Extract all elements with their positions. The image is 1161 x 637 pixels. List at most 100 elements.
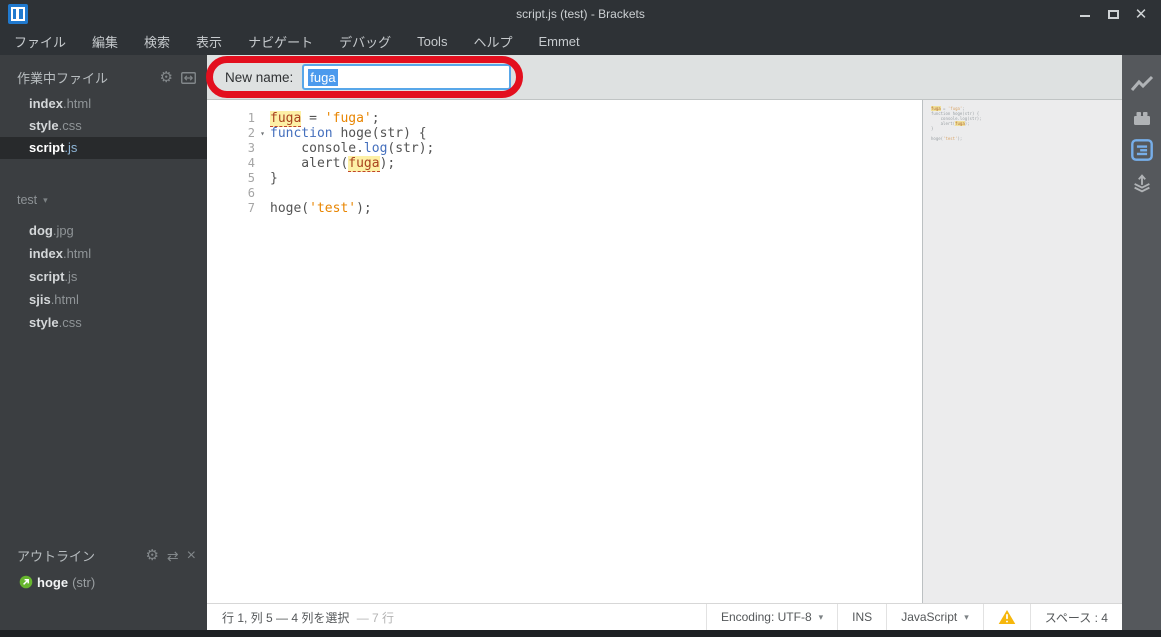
file-base-name: index [29, 246, 63, 261]
line-count: — 7 行 [356, 610, 395, 625]
code-text: console.log(str); [270, 141, 434, 156]
live-preview-icon[interactable] [1130, 72, 1154, 96]
file-row[interactable]: sjis.html [0, 288, 207, 311]
language-select[interactable]: JavaScript ▾ [886, 604, 983, 630]
file-extension: .jpg [52, 223, 74, 238]
insert-mode-indicator[interactable]: INS [837, 604, 886, 630]
outline-panel: アウトライン ⚙ ⇄ × hoge (str) [0, 540, 207, 630]
code-segment: function [270, 126, 333, 141]
file-base-name: style [29, 315, 59, 330]
line-number: 1 [247, 111, 255, 125]
outline-view-icon[interactable] [1130, 138, 1154, 162]
code-segment: 'test' [309, 201, 357, 216]
minimap-segment: hoge( [931, 136, 944, 141]
menu-item[interactable]: 表示 [196, 32, 222, 51]
file-extension: .css [58, 315, 82, 330]
code-segment: (str); [387, 141, 435, 156]
maximize-button[interactable] [1099, 0, 1127, 28]
minimap-lines: fuga = 'fuga'; function hoge(str) { conso… [931, 106, 1122, 141]
close-icon: ✕ [1134, 5, 1148, 23]
project-header[interactable]: test ▾ [0, 191, 207, 209]
menu-item[interactable]: Tools [417, 34, 447, 49]
extension-manager-icon[interactable] [1130, 105, 1154, 129]
code-lines: 1 fuga = 'fuga'; 2 ▾ function hoge(str) {3 c… [207, 111, 922, 216]
menu-item[interactable]: ファイル [14, 32, 66, 51]
window-controls: ✕ [1071, 0, 1155, 28]
outline-item[interactable]: hoge (str) [0, 571, 207, 593]
language-label: JavaScript [901, 610, 958, 624]
close-icon[interactable]: × [187, 547, 196, 563]
code-segment: = [301, 111, 325, 126]
status-bar-right: Encoding: UTF-8 ▾ INS JavaScript ▾ スペース … [705, 604, 1122, 630]
close-button[interactable]: ✕ [1127, 0, 1155, 28]
code-line[interactable]: 1 fuga = 'fuga'; [207, 111, 922, 127]
maximize-icon [1107, 9, 1119, 19]
code-segment: alert( [270, 156, 349, 171]
file-row[interactable]: style.css [0, 115, 207, 137]
line-number: 7 [247, 201, 255, 215]
code-segment: } [270, 171, 278, 186]
code-line[interactable]: 7 hoge('test'); [207, 201, 922, 216]
file-row[interactable]: style.css [0, 311, 207, 334]
ins-label: INS [852, 610, 873, 624]
minimize-button[interactable] [1071, 0, 1099, 28]
menu-item[interactable]: Emmet [538, 34, 579, 49]
new-name-label: New name: [225, 69, 294, 85]
menu-item[interactable]: デバッグ [339, 32, 391, 51]
code-text: function hoge(str) { [270, 126, 427, 141]
cursor-position: 行 1, 列 5 — 4 列を選択 — 7 行 [222, 609, 394, 626]
code-line[interactable]: 6 [207, 186, 922, 201]
code-line[interactable]: 2 ▾ function hoge(str) { [207, 126, 922, 141]
sidebar: 作業中ファイル ⚙ index.html style.css script.js t… [0, 55, 207, 630]
code-segment: console. [270, 141, 364, 156]
split-view-icon[interactable] [181, 71, 196, 84]
layers-upload-icon[interactable] [1130, 171, 1154, 195]
line-number: 5 [247, 171, 255, 185]
code-editor[interactable]: 1 fuga = 'fuga'; 2 ▾ function hoge(str) {3 c… [207, 100, 922, 603]
swap-icon[interactable]: ⇄ [167, 549, 179, 563]
minimize-icon [1080, 15, 1090, 17]
project-name: test [17, 193, 38, 207]
file-row[interactable]: dog.jpg [0, 219, 207, 242]
minimap-segment: ); [964, 121, 970, 126]
code-segment: hoge(str) { [332, 126, 427, 141]
outline-item-name: hoge [37, 574, 69, 590]
outline-item-args: (str) [72, 574, 96, 590]
file-extension: .html [62, 96, 92, 111]
new-name-input[interactable]: fuga [302, 64, 512, 90]
file-row[interactable]: script.js [0, 137, 207, 159]
status-bar: 行 1, 列 5 — 4 列を選択 — 7 行 Encoding: UTF-8 … [207, 603, 1122, 630]
menu-item[interactable]: 検索 [144, 32, 170, 51]
menu-bar: ファイル 編集 検索 表示 ナビゲート デバッグ Tools ヘルプ Emmet [0, 28, 1161, 55]
gear-icon[interactable]: ⚙ [160, 70, 173, 85]
function-icon [19, 575, 33, 589]
code-line[interactable]: 4 alert(fuga); [207, 156, 922, 172]
file-extension: .html [50, 292, 79, 307]
line-number: 3 [247, 141, 255, 155]
code-line[interactable]: 3 console.log(str); [207, 141, 922, 156]
menu-item[interactable]: 編集 [92, 32, 118, 51]
minimap[interactable]: fuga = 'fuga'; function hoge(str) { conso… [923, 100, 1122, 603]
file-base-name: script [29, 140, 65, 155]
gear-icon[interactable]: ⚙ [145, 548, 158, 563]
rename-toolbar: New name: fuga [207, 55, 1122, 100]
menu-item[interactable]: ヘルプ [473, 32, 512, 51]
indent-setting[interactable]: スペース : 4 [1029, 604, 1122, 630]
file-row[interactable]: script.js [0, 265, 207, 288]
code-line[interactable]: 5} [207, 171, 922, 186]
menu-item[interactable]: ナビゲート [248, 32, 313, 51]
file-row[interactable]: index.html [0, 242, 207, 265]
lint-warning[interactable] [982, 604, 1030, 630]
selected-text: fuga [308, 68, 338, 86]
encoding-select[interactable]: Encoding: UTF-8 ▾ [705, 604, 837, 630]
outline-header: アウトライン ⚙ ⇄ × [0, 540, 207, 571]
fold-arrow-icon[interactable]: ▾ [255, 126, 270, 141]
file-base-name: sjis [29, 292, 51, 307]
project-file-list: dog.jpg index.html script.js sjis.html style… [0, 219, 207, 334]
brackets-window: script.js (test) - Brackets ✕ ファイル 編集 検索 表示… [0, 0, 1161, 637]
file-row[interactable]: index.html [0, 93, 207, 115]
code-text: fuga = 'fuga'; [270, 111, 380, 127]
